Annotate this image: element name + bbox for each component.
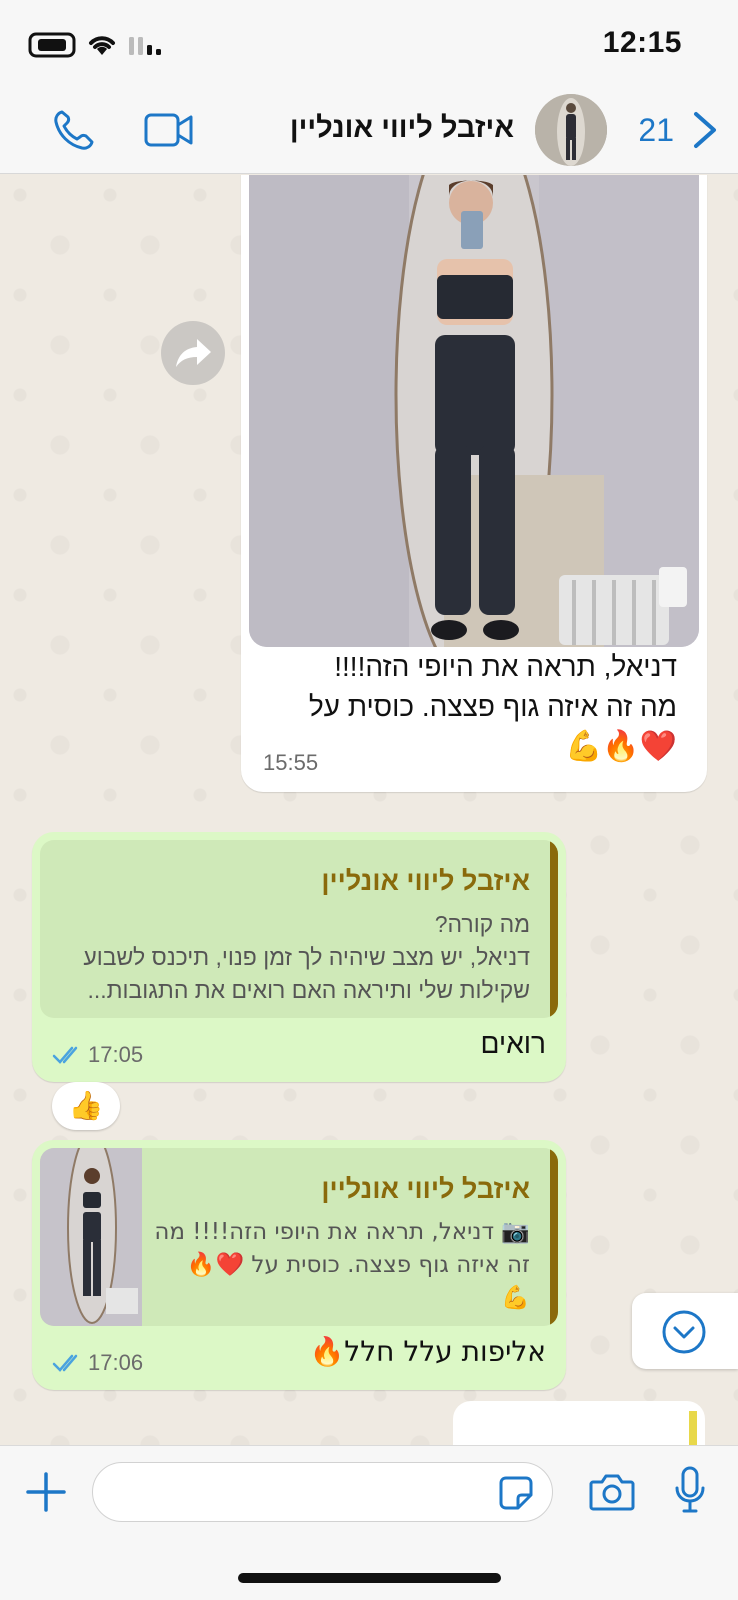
message-outgoing-reply-photo[interactable]: איזבל ליווי אונליין 📷 דניאל, תראה את היו… bbox=[32, 1140, 566, 1390]
forward-button[interactable] bbox=[161, 321, 225, 385]
message-text: אליפות עלל חלל🔥 bbox=[309, 1335, 546, 1368]
reaction-badge[interactable]: 👍 bbox=[52, 1082, 120, 1130]
chevron-down-circle-icon bbox=[662, 1310, 706, 1354]
quote-bar bbox=[550, 1148, 558, 1326]
quote-line1: 📷 דניאל, תראה את היופי הזה!!!! מה bbox=[154, 1219, 530, 1245]
avatar[interactable] bbox=[535, 94, 607, 166]
quote-line3: שקילות שלי ותיראה האם רואים את התגובות..… bbox=[87, 977, 530, 1003]
quote-author: איזבל ליווי אונליין bbox=[321, 1174, 530, 1204]
chevron-right-icon[interactable] bbox=[690, 110, 720, 150]
home-indicator[interactable] bbox=[238, 1573, 501, 1583]
quote-author: איזבל ליווי אונליין bbox=[321, 866, 530, 896]
double-check-icon bbox=[52, 1046, 78, 1064]
double-check-icon bbox=[52, 1354, 78, 1372]
message-caption-line1: דניאל, תראה את היופי הזה!!!! bbox=[334, 651, 677, 682]
mic-icon[interactable] bbox=[673, 1466, 707, 1514]
contact-name[interactable]: איזבל ליווי אונליין bbox=[290, 112, 514, 145]
wifi-icon bbox=[89, 36, 115, 55]
quote-bar bbox=[550, 840, 558, 1018]
sticker-icon[interactable] bbox=[498, 1475, 534, 1511]
unread-count[interactable]: 21 bbox=[638, 112, 674, 149]
message-caption-line2: מה זה איזה גוף פצצה. כוסית על bbox=[308, 691, 677, 722]
status-icons bbox=[28, 32, 164, 58]
screen-mirroring-icon bbox=[28, 32, 76, 58]
quoted-message[interactable]: איזבל ליווי אונליין מה קורה? דניאל, יש מ… bbox=[40, 840, 558, 1018]
phone-icon[interactable] bbox=[52, 108, 96, 152]
quote-bar bbox=[689, 1411, 697, 1445]
status-bar: 12:15 bbox=[0, 0, 738, 86]
camera-icon[interactable] bbox=[589, 1472, 635, 1512]
message-input[interactable] bbox=[92, 1462, 553, 1522]
forward-icon bbox=[176, 339, 211, 367]
chat-header: איזבל ליווי אונליין 21 bbox=[0, 86, 738, 174]
quote-line2: דניאל, יש מצב שיהיה לך זמן פנוי, תיכנס ל… bbox=[83, 944, 530, 970]
quote-thumbnail bbox=[40, 1148, 142, 1326]
status-time: 12:15 bbox=[602, 26, 682, 59]
message-caption-emoji: ❤️🔥💪 bbox=[564, 729, 677, 764]
message-partial[interactable] bbox=[453, 1401, 705, 1445]
message-timestamp: 17:05 bbox=[88, 1042, 144, 1067]
plus-icon[interactable] bbox=[26, 1472, 66, 1512]
message-text: רואים bbox=[480, 1028, 546, 1059]
quote-line1: מה קורה? bbox=[434, 911, 530, 937]
signal-icon bbox=[129, 37, 161, 55]
quoted-message[interactable]: איזבל ליווי אונליין 📷 דניאל, תראה את היו… bbox=[40, 1148, 558, 1326]
video-icon[interactable] bbox=[143, 110, 195, 150]
composer-bar bbox=[0, 1445, 738, 1600]
message-outgoing-reply[interactable]: איזבל ליווי אונליין מה קורה? דניאל, יש מ… bbox=[32, 832, 566, 1082]
message-timestamp: 17:06 bbox=[88, 1350, 144, 1375]
scroll-to-bottom-button[interactable] bbox=[632, 1293, 738, 1369]
message-timestamp: 15:55 bbox=[263, 750, 319, 775]
message-incoming-image[interactable]: דניאל, תראה את היופי הזה!!!! מה זה איזה … bbox=[241, 175, 707, 792]
quote-line3: 💪 bbox=[501, 1285, 530, 1311]
avatar-photo bbox=[535, 94, 607, 166]
chat-area[interactable]: דניאל, תראה את היופי הזה!!!! מה זה איזה … bbox=[0, 175, 738, 1445]
quote-line2: זה איזה גוף פצצה. כוסית על ❤️🔥 bbox=[186, 1252, 530, 1278]
message-photo[interactable] bbox=[249, 175, 699, 647]
